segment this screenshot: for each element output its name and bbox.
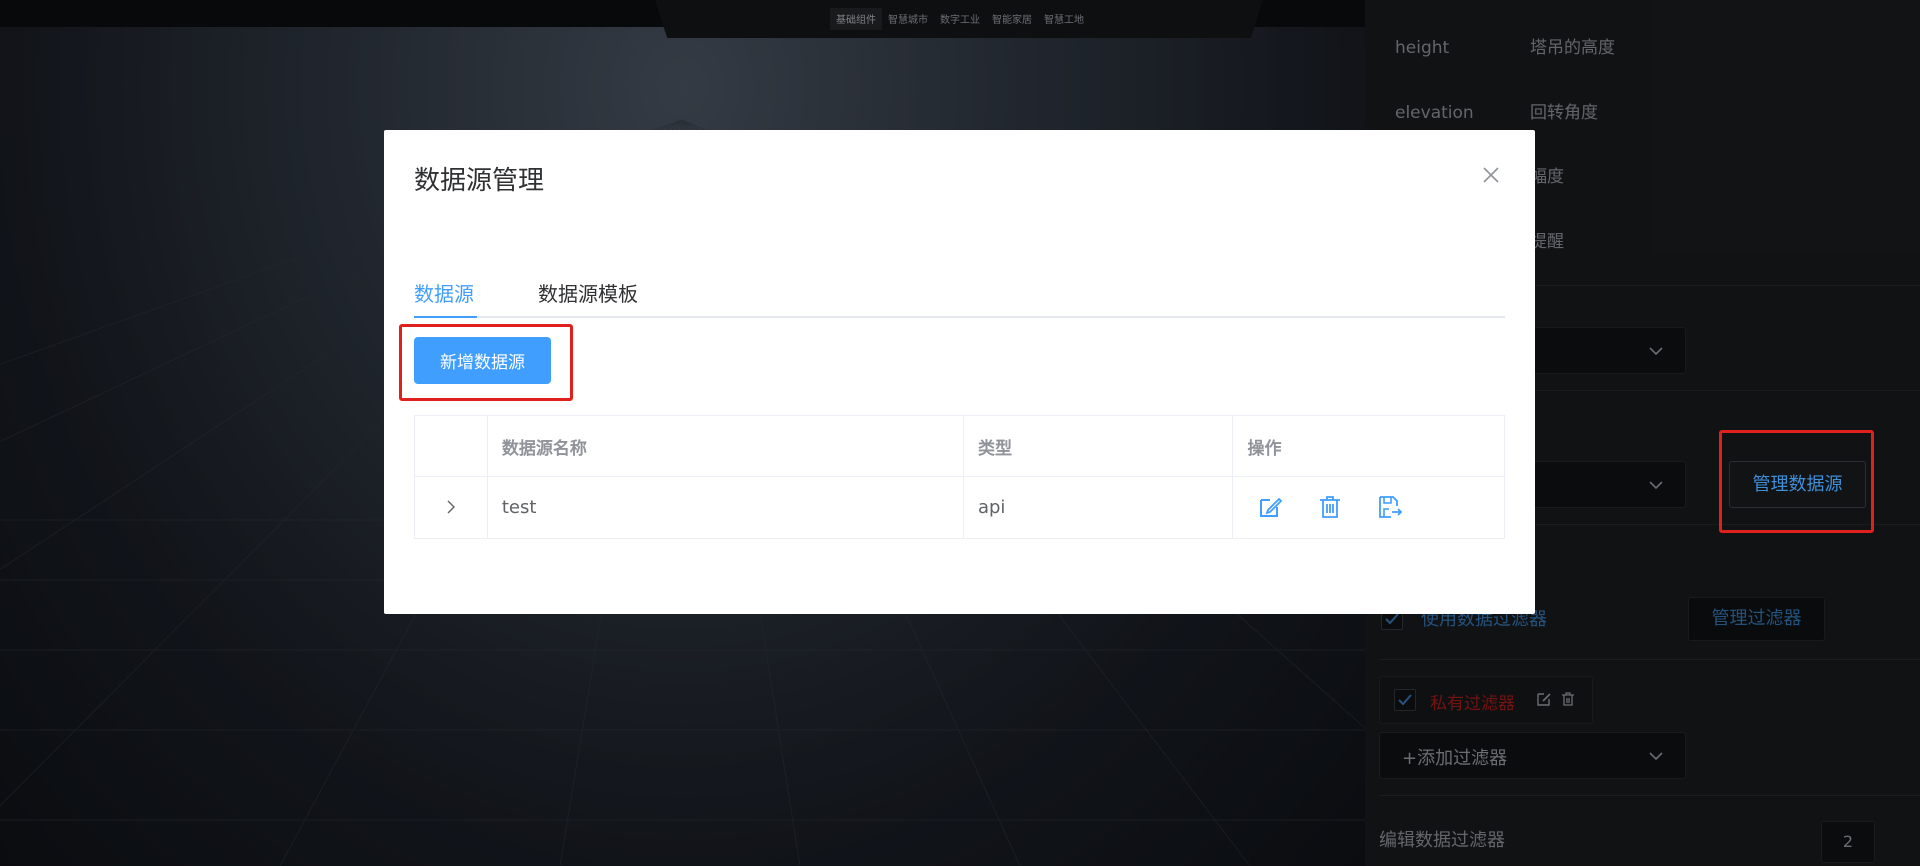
table-row: test api: [415, 476, 1504, 538]
active-tab-indicator: [414, 316, 477, 318]
column-header-actions: 操作: [1247, 438, 1282, 459]
close-icon[interactable]: [1481, 165, 1501, 185]
tab-datasource-template[interactable]: 数据源模板: [538, 278, 638, 307]
edit-icon[interactable]: [1257, 494, 1283, 520]
table-header: 数据源名称 类型 操作: [415, 416, 1504, 477]
actions-cell: [1233, 476, 1504, 538]
datasource-manage-dialog: 数据源管理 数据源 数据源模板 新增数据源 数据源名称 类型 操作 test a…: [384, 130, 1535, 614]
manage-datasource-button-highlighted[interactable]: 管理数据源: [1729, 461, 1866, 508]
expand-column-header: [415, 416, 488, 476]
chevron-right-icon[interactable]: [445, 499, 457, 515]
datasource-type-cell: api: [964, 476, 1234, 538]
tab-datasource[interactable]: 数据源: [414, 278, 474, 307]
datasource-table: 数据源名称 类型 操作 test api: [414, 415, 1505, 539]
column-header-name: 数据源名称: [488, 416, 964, 476]
delete-icon[interactable]: [1317, 494, 1343, 520]
column-header-type: 类型: [964, 416, 1234, 476]
datasource-name-cell: test: [488, 476, 964, 538]
add-datasource-button[interactable]: 新增数据源: [414, 337, 551, 384]
dialog-title: 数据源管理: [414, 166, 545, 196]
export-icon[interactable]: [1377, 494, 1403, 520]
dialog-tabs: 数据源 数据源模板: [414, 270, 1505, 318]
expand-cell[interactable]: [415, 476, 488, 538]
